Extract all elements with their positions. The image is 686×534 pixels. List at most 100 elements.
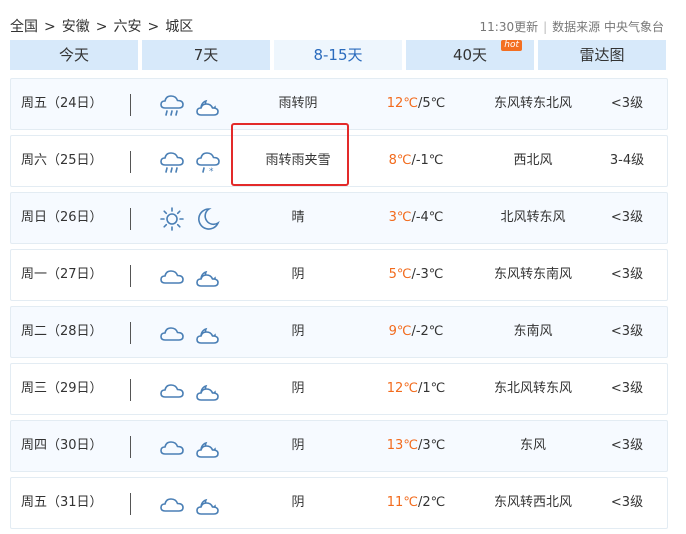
- weather-icons: [158, 376, 222, 404]
- partly-cloudy-night-icon: [196, 498, 219, 515]
- partly-cloudy-night-icon: [196, 384, 219, 401]
- day-label: 周五（31日）: [21, 495, 103, 510]
- breadcrumb-item-current: 城区: [165, 19, 194, 35]
- weather-description: 阴: [291, 324, 305, 339]
- low-temp: /-1℃: [411, 153, 444, 168]
- tab-8-15-days[interactable]: 8-15天: [274, 40, 402, 70]
- high-temp: 5℃: [388, 267, 412, 282]
- wind-direction: 东风: [519, 438, 546, 453]
- svg-text:*: *: [209, 167, 214, 176]
- day-label: 周三（29日）: [21, 381, 103, 396]
- wind-direction: 西北风: [513, 153, 553, 168]
- high-temp: 12℃: [386, 96, 418, 111]
- weather-description: 阴: [291, 267, 305, 282]
- temperature: 12℃/1℃: [371, 364, 461, 414]
- forecast-row: 周三（29日） 阴 12℃/1℃ 东北风转东风 <3级: [10, 363, 668, 415]
- partly-cloudy-night-icon: [196, 99, 219, 116]
- breadcrumb-item[interactable]: 安徽: [62, 19, 90, 35]
- tab-label: 雷达图: [579, 46, 625, 64]
- update-info: 11:30更新 | 数据来源 中央气象台: [480, 18, 664, 35]
- wind-direction: 东风转东北风: [493, 96, 572, 111]
- wind-level: <3级: [610, 96, 644, 111]
- data-source: 数据来源 中央气象台: [552, 20, 664, 34]
- tab-7-days[interactable]: 7天: [142, 40, 270, 70]
- wind-level: 3-4级: [609, 153, 645, 168]
- cloud-icon: [160, 270, 184, 284]
- day-label: 周一（27日）: [21, 267, 103, 282]
- temperature: 13℃/3℃: [371, 421, 461, 471]
- tab-label: 今天: [58, 46, 89, 64]
- wind-level: <3级: [610, 381, 644, 396]
- divider: |: [543, 20, 548, 34]
- low-temp: /3℃: [417, 438, 446, 453]
- sun-icon: [160, 207, 184, 231]
- temperature: 5℃/-3℃: [371, 250, 461, 300]
- forecast-row: 周五（24日） 雨转阴 12℃/5℃ 东风转东北风 <3级: [10, 78, 668, 130]
- cloud-icon: [160, 384, 184, 398]
- tab-radar[interactable]: 雷达图: [538, 40, 666, 70]
- tab-today[interactable]: 今天: [10, 40, 138, 70]
- breadcrumb: 全国 > 安徽 > 六安 > 城区: [10, 16, 193, 36]
- forecast-row: 周六（25日） * 雨转雨夹雪 8℃/-1℃ 西北风 3-4级: [10, 135, 668, 187]
- update-time: 11:30更新: [479, 20, 539, 34]
- low-temp: /-2℃: [411, 324, 444, 339]
- divider: [130, 493, 131, 515]
- high-temp: 12℃: [386, 381, 418, 396]
- wind-level: <3级: [610, 267, 644, 282]
- breadcrumb-separator: >: [44, 19, 56, 35]
- tab-label: 8-15天: [313, 46, 363, 64]
- cloud-icon: [160, 441, 184, 455]
- partly-cloudy-night-icon: [196, 327, 219, 344]
- weather-description: 雨转阴: [278, 96, 318, 111]
- low-temp: /5℃: [417, 96, 446, 111]
- day-label: 周二（28日）: [21, 324, 103, 339]
- cloud-icon: [160, 327, 184, 341]
- high-temp: 8℃: [388, 153, 412, 168]
- temperature: 9℃/-2℃: [371, 307, 461, 357]
- tab-40-days[interactable]: 40天 hot: [406, 40, 534, 70]
- weather-icons: [158, 319, 222, 347]
- breadcrumb-separator: >: [147, 19, 160, 35]
- weather-description: 阴: [291, 438, 305, 453]
- weather-description: 阴: [291, 381, 305, 396]
- wind-level: <3级: [610, 495, 644, 510]
- forecast-row: 周四（30日） 阴 13℃/3℃ 东风 <3级: [10, 420, 668, 472]
- hot-badge: hot: [501, 40, 522, 51]
- cloud-sleet-icon: *: [196, 152, 220, 176]
- weather-icons: [158, 91, 222, 119]
- weather-icons: [158, 205, 222, 233]
- wind-direction: 东风转西北风: [493, 495, 572, 510]
- partly-cloudy-night-icon: [196, 270, 219, 287]
- moon-icon: [198, 208, 220, 230]
- high-temp: 9℃: [388, 324, 412, 339]
- wind-level: <3级: [610, 438, 644, 453]
- breadcrumb-item[interactable]: 全国: [10, 19, 38, 35]
- divider: [130, 322, 131, 344]
- tab-label: 7天: [193, 46, 219, 64]
- divider: [130, 94, 131, 116]
- temperature: 8℃/-1℃: [371, 136, 461, 186]
- wind-direction: 东南风: [513, 324, 553, 339]
- cloud-rain-icon: [160, 152, 184, 173]
- high-temp: 13℃: [386, 438, 418, 453]
- divider: [130, 265, 131, 287]
- high-temp: 3℃: [388, 210, 412, 225]
- weather-icons: [158, 262, 222, 290]
- breadcrumb-item[interactable]: 六安: [113, 19, 141, 35]
- low-temp: /-3℃: [411, 267, 444, 282]
- weather-description: 雨转雨夹雪: [265, 153, 331, 168]
- weather-description: 阴: [291, 495, 305, 510]
- weather-icons: *: [158, 148, 222, 176]
- wind-direction: 东北风转东风: [493, 381, 572, 396]
- weather-icons: [158, 433, 222, 461]
- forecast-row: 周五（31日） 阴 11℃/2℃ 东风转西北风 <3级: [10, 477, 668, 529]
- divider: [130, 436, 131, 458]
- forecast-row: 周一（27日） 阴 5℃/-3℃ 东风转东南风 <3级: [10, 249, 668, 301]
- weather-icons: [158, 490, 222, 518]
- cloud-rain-icon: [160, 95, 184, 116]
- cloud-icon: [160, 498, 184, 512]
- wind-direction: 北风转东风: [500, 210, 566, 225]
- divider: [130, 379, 131, 401]
- temperature: 3℃/-4℃: [371, 193, 461, 243]
- breadcrumb-separator: >: [95, 19, 108, 35]
